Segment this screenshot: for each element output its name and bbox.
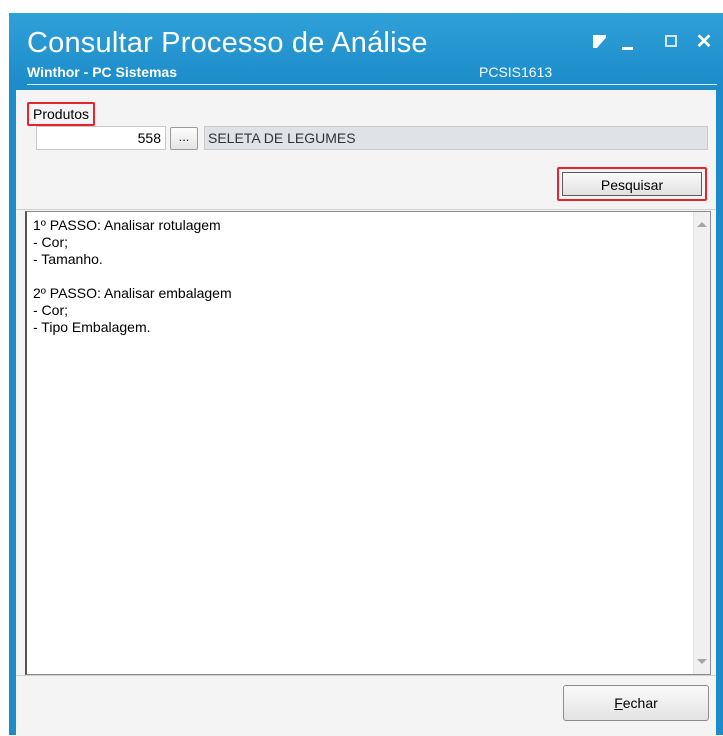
close-icon[interactable]: ✕ bbox=[693, 31, 715, 53]
section-divider bbox=[16, 209, 716, 210]
product-lookup-button[interactable]: ... bbox=[170, 127, 198, 150]
close-button-accel: F bbox=[614, 695, 623, 711]
memo-line: - Tamanho. bbox=[33, 251, 103, 267]
scroll-up-icon[interactable] bbox=[697, 222, 707, 227]
search-button[interactable]: Pesquisar bbox=[557, 167, 707, 201]
analysis-memo[interactable]: 1º PASSO: Analisar rotulagem - Cor; - Ta… bbox=[25, 211, 711, 675]
maximize-icon[interactable] bbox=[661, 31, 683, 53]
produtos-label: Produtos bbox=[27, 102, 96, 126]
memo-line: 1º PASSO: Analisar rotulagem bbox=[33, 217, 221, 233]
product-description-field: SELETA DE LEGUMES bbox=[204, 126, 708, 150]
application-window: Consultar Processo de Análise Winthor - … bbox=[0, 0, 723, 736]
memo-line: - Cor; bbox=[33, 234, 68, 250]
search-button-label[interactable]: Pesquisar bbox=[562, 172, 702, 196]
window-border-right bbox=[716, 90, 723, 735]
routine-code: PCSIS1613 bbox=[479, 64, 553, 80]
memo-line: - Tipo Embalagem. bbox=[33, 319, 151, 335]
memo-line bbox=[33, 268, 232, 285]
memo-line: 2º PASSO: Analisar embalagem bbox=[33, 285, 232, 301]
memo-line: - Cor; bbox=[33, 302, 68, 318]
title-bar[interactable]: Consultar Processo de Análise Winthor - … bbox=[9, 13, 723, 90]
scroll-down-icon[interactable] bbox=[697, 659, 707, 664]
close-button[interactable]: Fechar bbox=[563, 685, 709, 721]
product-code-input[interactable]: 558 bbox=[36, 126, 166, 150]
memo-scrollbar[interactable] bbox=[693, 212, 710, 674]
restore-icon[interactable] bbox=[589, 31, 611, 53]
window-title: Consultar Processo de Análise bbox=[27, 27, 428, 59]
close-button-label: echar bbox=[622, 695, 658, 711]
title-underline bbox=[27, 84, 717, 85]
minimize-icon[interactable] bbox=[617, 31, 639, 53]
memo-text: 1º PASSO: Analisar rotulagem - Cor; - Ta… bbox=[33, 217, 232, 336]
window-subtitle: Winthor - PC Sistemas bbox=[27, 64, 178, 80]
window-border-left bbox=[9, 90, 16, 735]
